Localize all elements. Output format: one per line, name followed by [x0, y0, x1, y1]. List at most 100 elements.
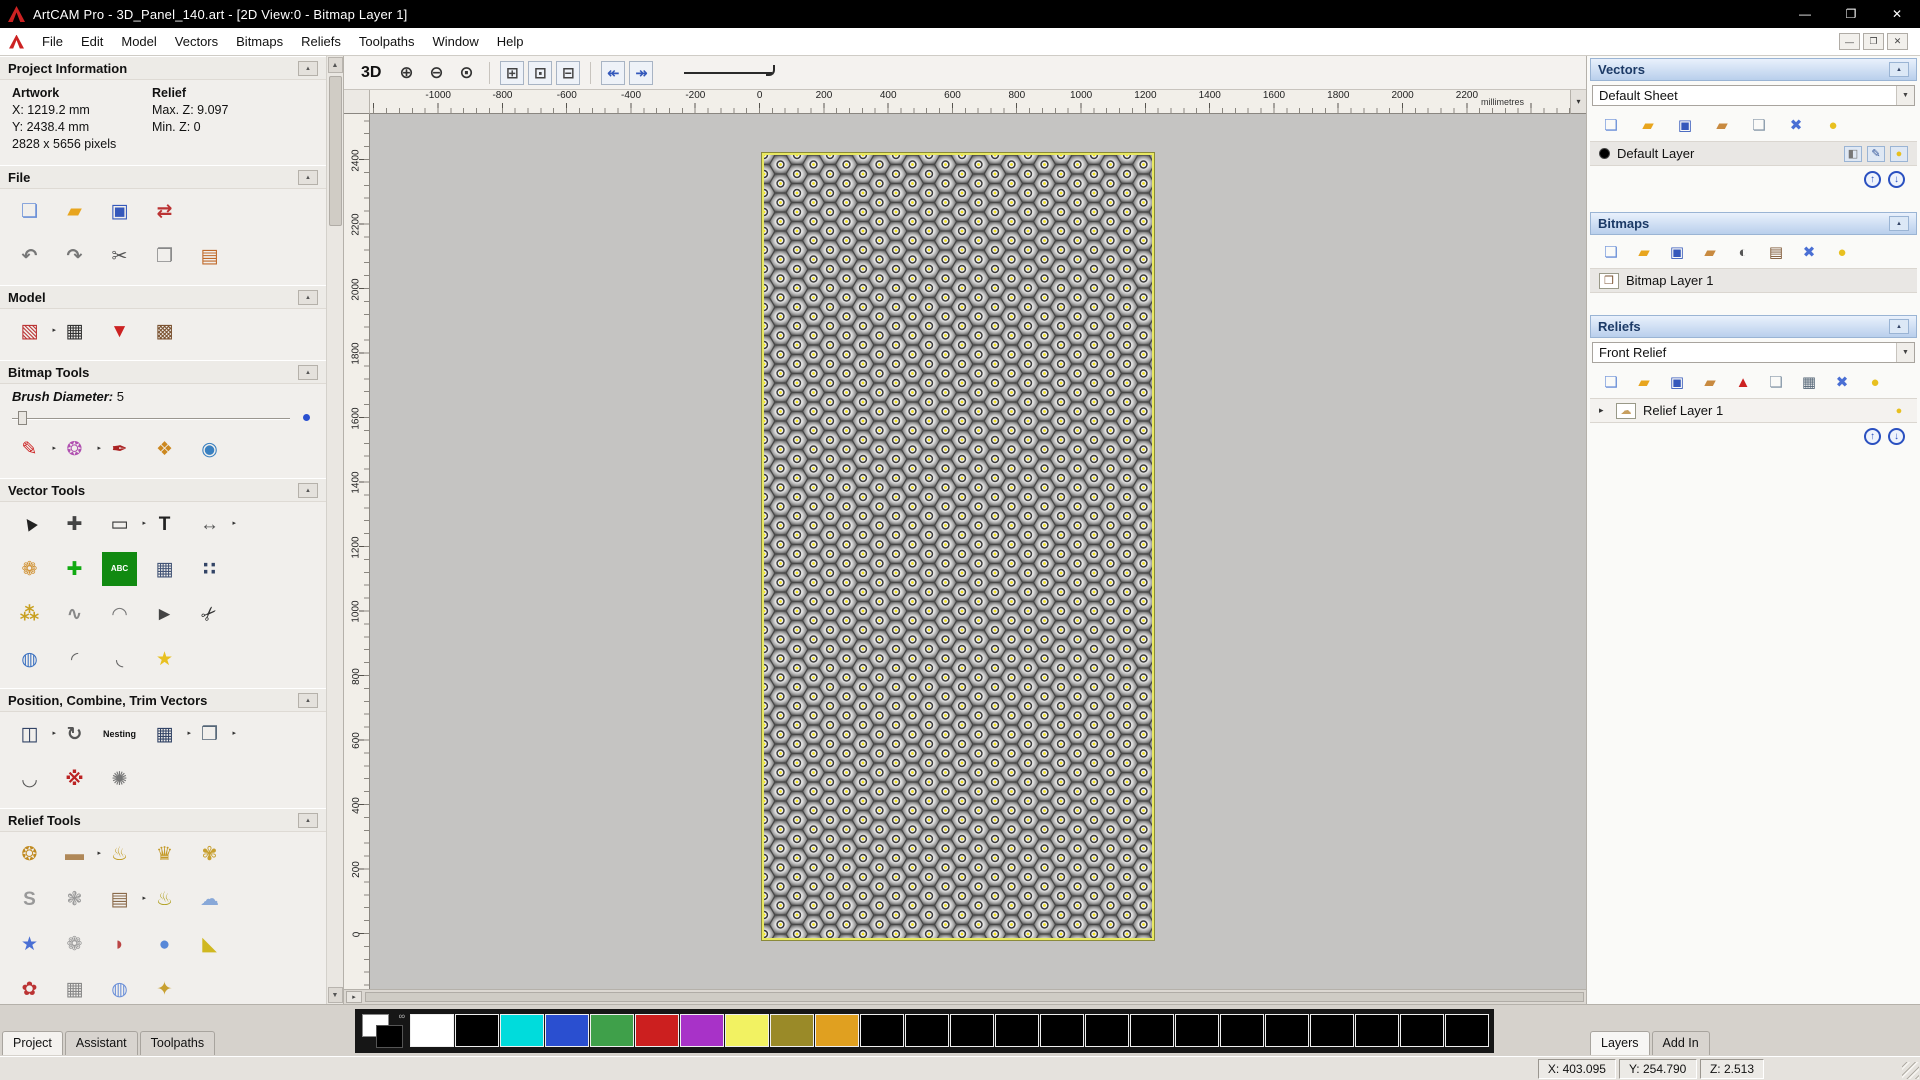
open-model-icon[interactable]: ▰	[57, 194, 92, 228]
sheet-select[interactable]: Default Sheet ▼	[1592, 85, 1915, 106]
restore-button[interactable]: ❐	[1828, 0, 1874, 28]
color-swatch[interactable]	[995, 1014, 1039, 1047]
trim-to-curve-icon[interactable]: ※	[57, 762, 92, 796]
color-swatch[interactable]	[1175, 1014, 1219, 1047]
rollup-button[interactable]: ▲	[298, 693, 318, 708]
rollup-button[interactable]: ▲	[298, 483, 318, 498]
move-layer-down-button[interactable]: ↓	[1888, 171, 1905, 188]
toggle-all-bitmaps-icon[interactable]: ●	[1830, 241, 1854, 263]
resize-grip[interactable]	[1902, 1062, 1919, 1079]
weave-wizard-icon[interactable]: ❁	[57, 927, 92, 961]
save-vectors-icon[interactable]: ▣	[1673, 114, 1697, 136]
color-swatch[interactable]	[1265, 1014, 1309, 1047]
color-swatch[interactable]	[1220, 1014, 1264, 1047]
flood-fill-icon[interactable]: ◉	[192, 432, 227, 466]
import-bitmap-icon[interactable]: ▰	[1698, 241, 1722, 263]
previous-view-icon[interactable]: ↞	[601, 61, 625, 85]
color-swatch[interactable]	[1040, 1014, 1084, 1047]
fluting-icon[interactable]: ♨	[147, 882, 182, 916]
scrollbar-thumb[interactable]	[329, 76, 342, 226]
flyout-arrow[interactable]: ▸	[97, 444, 101, 452]
section-header-position-combine-trim[interactable]: Position, Combine, Trim Vectors ▲	[0, 688, 326, 712]
turn-relief-icon[interactable]: ❃	[57, 882, 92, 916]
flyout-arrow[interactable]: ▸	[232, 519, 236, 527]
new-relief-icon[interactable]: ❏	[1599, 371, 1623, 393]
copy-icon[interactable]: ❐	[147, 239, 182, 273]
delete-bitmap-layer-icon[interactable]: ✖	[1797, 241, 1821, 263]
close-button[interactable]: ✕	[1874, 0, 1920, 28]
import-relief-icon[interactable]: ▰	[1698, 371, 1722, 393]
stretch-curve-icon[interactable]: ◡	[12, 762, 47, 796]
model-lighting-icon[interactable]: ▦	[57, 314, 92, 348]
menu-reliefs[interactable]: Reliefs	[292, 29, 350, 54]
color-swatch[interactable]	[545, 1014, 589, 1047]
rollup-button[interactable]: ▲	[298, 365, 318, 380]
move-layer-up-button[interactable]: ↑	[1864, 171, 1881, 188]
drape-relief-icon[interactable]: ◗	[102, 927, 137, 961]
flyout-arrow[interactable]: ▸	[52, 444, 56, 452]
color-swatch[interactable]	[455, 1014, 499, 1047]
primary-secondary-colors[interactable]: ∞	[360, 1012, 406, 1050]
select-vectors-icon[interactable]: ►	[12, 507, 47, 541]
weld-vectors-icon[interactable]: ❒ ▸	[192, 717, 227, 751]
group-vectors-icon[interactable]: ▦ ▸	[147, 717, 182, 751]
scroll-down-button[interactable]: ▼	[328, 987, 343, 1003]
new-vector-layer-icon[interactable]: ❏	[1747, 114, 1771, 136]
flyout-arrow[interactable]: ▸	[142, 894, 146, 902]
redo-icon[interactable]: ↷	[57, 239, 92, 273]
paste-icon[interactable]: ▤	[192, 239, 227, 273]
relief-layer-row[interactable]: ▸ ☁ Relief Layer 1 ●	[1590, 398, 1917, 423]
assistant-panel-scrollbar[interactable]: ▲ ▼	[326, 56, 343, 1004]
rollup-button[interactable]: ▲	[1889, 319, 1909, 334]
rollup-button[interactable]: ▲	[298, 813, 318, 828]
rollup-button[interactable]: ▲	[298, 61, 318, 76]
menu-bitmaps[interactable]: Bitmaps	[227, 29, 292, 54]
create-text-icon[interactable]: T	[147, 507, 182, 541]
relief-select[interactable]: Front Relief ▼	[1592, 342, 1915, 363]
new-bitmap-icon[interactable]: ❏	[1599, 241, 1623, 263]
color-swatch[interactable]	[770, 1014, 814, 1047]
create-star-icon[interactable]: ★	[147, 642, 182, 676]
flyout-arrow[interactable]: ▸	[52, 326, 56, 334]
link-colors-icon[interactable]: ∞	[399, 1011, 405, 1021]
zoom-in-icon[interactable]: ⊕	[393, 60, 419, 86]
mdi-minimize-button[interactable]: —	[1839, 33, 1860, 50]
fit-curve-icon[interactable]: ∿	[57, 597, 92, 631]
rollup-button[interactable]: ▲	[298, 170, 318, 185]
align-vectors-icon[interactable]: ◫ ▸	[12, 717, 47, 751]
zoom-out-icon[interactable]: ⊖	[423, 60, 449, 86]
create-rectangle-icon[interactable]: ▭ ▸	[102, 507, 137, 541]
color-swatch[interactable]	[1445, 1014, 1489, 1047]
menu-model[interactable]: Model	[112, 29, 165, 54]
menu-toolpaths[interactable]: Toolpaths	[350, 29, 424, 54]
color-swatch[interactable]	[680, 1014, 724, 1047]
create-texture-icon[interactable]: ❂	[12, 837, 47, 871]
mdi-close-button[interactable]: ✕	[1887, 33, 1908, 50]
layer-visibility-icon[interactable]: ●	[1890, 146, 1908, 162]
relief-preview-icon[interactable]: ▦	[1797, 371, 1821, 393]
menu-edit[interactable]: Edit	[72, 29, 112, 54]
color-swatch[interactable]	[1085, 1014, 1129, 1047]
tab-layers[interactable]: Layers	[1590, 1031, 1650, 1055]
rollup-button[interactable]: ▲	[1889, 216, 1909, 231]
wrap-vectors-icon[interactable]: ◍	[12, 642, 47, 676]
smooth-polyline-icon[interactable]: ◠	[102, 597, 137, 631]
wedge-relief-icon[interactable]: ◣	[192, 927, 227, 961]
color-swatch[interactable]	[905, 1014, 949, 1047]
paste-along-curve-icon[interactable]: ▦	[147, 552, 182, 586]
set-model-size-icon[interactable]: ▧ ▸	[12, 314, 47, 348]
scroll-left-button[interactable]: ▸	[346, 991, 362, 1003]
toggle-all-reliefs-icon[interactable]: ●	[1863, 371, 1887, 393]
color-swatch[interactable]	[410, 1014, 454, 1047]
contrast-icon[interactable]: ◐	[1731, 241, 1755, 263]
set-position-icon[interactable]: ▼	[102, 314, 137, 348]
bitmap-layer-row[interactable]: ❒ Bitmap Layer 1	[1590, 268, 1917, 293]
brush-diameter-slider[interactable]	[12, 409, 312, 427]
open-relief-icon[interactable]: ▰	[1632, 371, 1656, 393]
new-sheet-icon[interactable]: ❏	[1599, 114, 1623, 136]
color-swatch[interactable]	[1310, 1014, 1354, 1047]
nesting-icon[interactable]: Nesting	[102, 717, 137, 751]
vectors-header[interactable]: Vectors ▲	[1590, 58, 1917, 81]
save-model-icon[interactable]: ▣	[102, 194, 137, 228]
next-view-icon[interactable]: ↠	[629, 61, 653, 85]
